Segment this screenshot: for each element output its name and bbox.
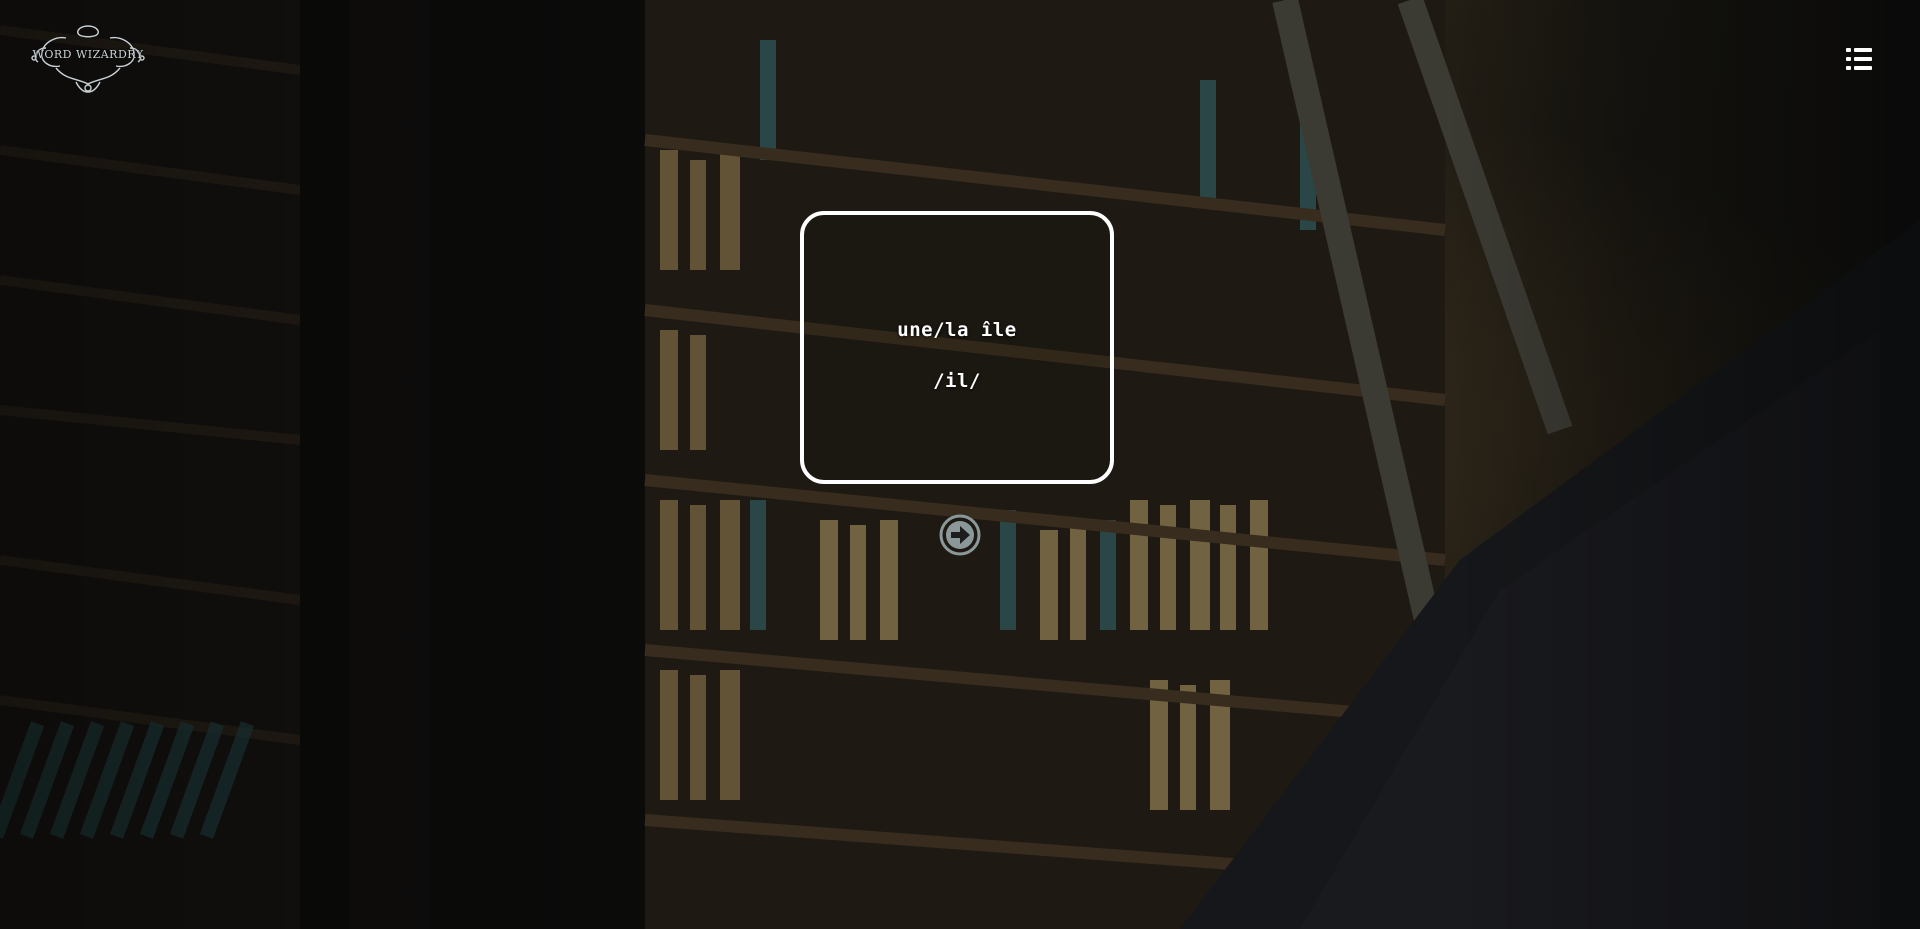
flashcard[interactable]: une/la île /il/ bbox=[800, 211, 1114, 484]
next-card-button[interactable] bbox=[939, 514, 981, 556]
arrow-right-circle-icon bbox=[939, 514, 981, 556]
logo-text: WORD WIZARDRY bbox=[32, 48, 144, 61]
list-icon-row bbox=[1846, 66, 1872, 70]
word-wizardry-logo[interactable]: WORD WIZARDRY bbox=[26, 22, 150, 96]
app-screen: WORD WIZARDRY une/la île /il/ bbox=[0, 0, 1920, 929]
list-icon bbox=[1846, 48, 1872, 52]
menu-list-button[interactable] bbox=[1846, 48, 1872, 70]
list-icon-row bbox=[1846, 57, 1872, 61]
flashcard-word: une/la île bbox=[897, 319, 1017, 341]
flashcard-phonetic: /il/ bbox=[933, 370, 981, 392]
